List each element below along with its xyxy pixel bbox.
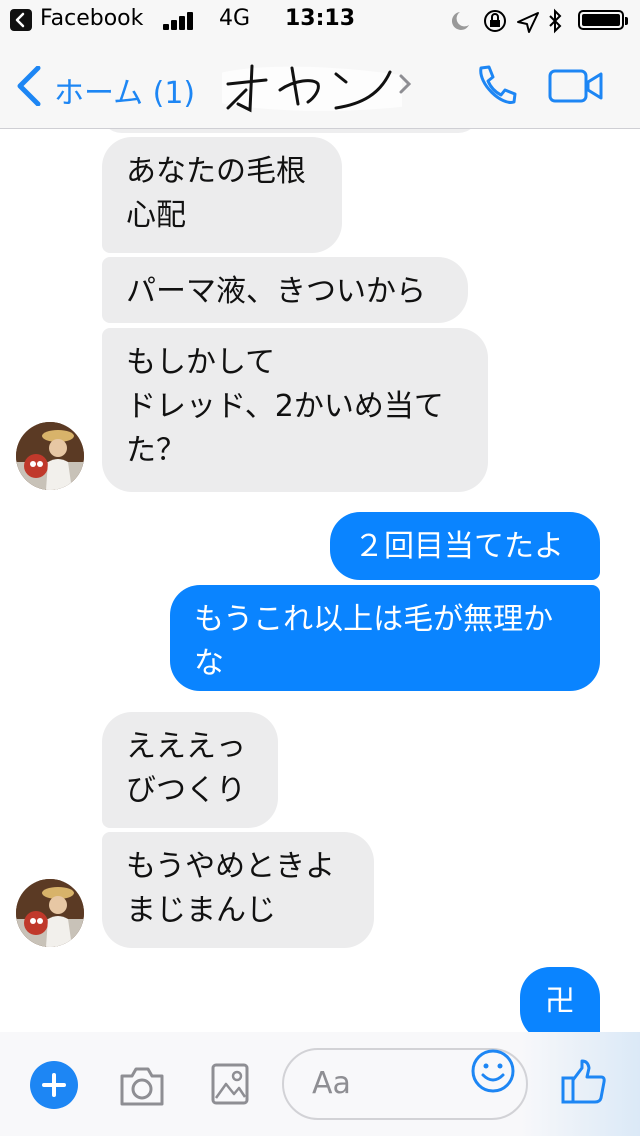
previous-message-bubble xyxy=(100,129,480,133)
thumbs-up-icon xyxy=(561,1059,606,1104)
status-bar: Facebook 4G 13:13 xyxy=(0,0,640,40)
outgoing-message[interactable]: もうこれ以上は毛が無理か な xyxy=(170,585,600,691)
moon-icon xyxy=(451,12,469,30)
incoming-message[interactable]: もしかして ドレッド、2かいめ当て た？ xyxy=(102,328,488,492)
incoming-message[interactable]: パーマ液、きついから xyxy=(102,257,468,323)
emoji-icon xyxy=(471,1049,515,1093)
video-camera-icon xyxy=(548,69,603,103)
plus-icon[interactable] xyxy=(30,1061,78,1109)
video-call-button[interactable] xyxy=(548,68,604,104)
camera-button[interactable] xyxy=(118,1064,166,1108)
image-icon xyxy=(211,1063,249,1105)
message-list[interactable]: あなたの毛根 心配 パーマ液、きついから もしかして ドレッド、2かいめ当て た… xyxy=(0,129,640,1032)
incoming-message[interactable]: あなたの毛根 心配 xyxy=(102,137,342,253)
location-icon xyxy=(517,12,539,33)
back-chevron-icon xyxy=(17,66,41,106)
battery-icon xyxy=(578,10,628,30)
gallery-button[interactable] xyxy=(210,1062,250,1106)
camera-icon xyxy=(120,1067,164,1106)
back-button-label: ホーム (1) xyxy=(54,76,196,111)
avatar-photo-image xyxy=(16,879,84,947)
bluetooth-icon xyxy=(549,8,562,34)
chevron-right-icon[interactable] xyxy=(398,72,412,96)
message-input-placeholder: Aa xyxy=(312,1066,351,1101)
back-button[interactable]: ホーム (1) xyxy=(14,62,214,111)
emoji-button[interactable] xyxy=(470,1048,516,1094)
status-icons xyxy=(451,8,562,34)
outgoing-message[interactable]: 卍 xyxy=(520,967,600,1032)
conversation-header: ホーム (1) xyxy=(0,40,640,129)
like-button[interactable] xyxy=(560,1058,608,1106)
contact-avatar[interactable] xyxy=(16,422,84,490)
outgoing-message[interactable]: ２回目当てたよ xyxy=(330,512,600,580)
handwritten-name-image xyxy=(222,64,402,113)
contact-name[interactable] xyxy=(222,56,402,116)
incoming-message[interactable]: もうやめときよ まじまんじ xyxy=(102,832,374,948)
incoming-message[interactable]: えええっ びつくり xyxy=(102,712,278,828)
phone-icon xyxy=(479,65,517,104)
rotation-lock-icon xyxy=(484,10,506,32)
call-button[interactable] xyxy=(472,62,520,110)
contact-avatar[interactable] xyxy=(16,879,84,947)
avatar-photo-image xyxy=(16,422,84,490)
